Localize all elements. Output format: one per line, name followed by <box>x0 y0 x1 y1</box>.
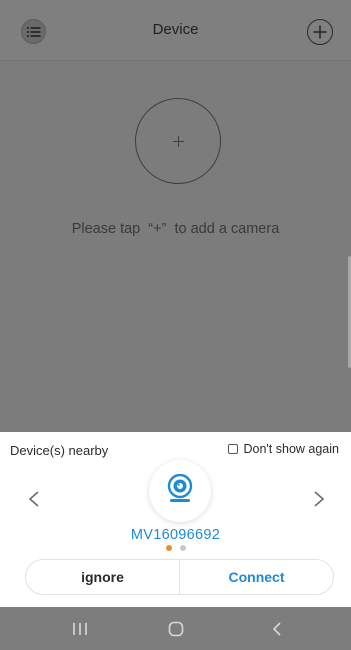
device-id: MV16096692 <box>130 527 221 543</box>
action-bar: ignore Connect <box>25 559 334 595</box>
dont-show-label: Don't show again <box>243 442 339 456</box>
page-title: Device <box>152 21 199 38</box>
recent-apps-icon[interactable] <box>72 622 88 636</box>
chevron-left-icon[interactable] <box>24 489 44 509</box>
screen: Device Please tap “+” to add a camera De… <box>0 0 351 650</box>
plus-icon <box>313 25 327 39</box>
nearby-device-sheet: Device(s) nearby Don't show again MV1609… <box>0 432 351 607</box>
device-page-overlay[interactable]: Device Please tap “+” to add a camera <box>0 0 351 432</box>
device-avatar <box>149 460 211 522</box>
ignore-button[interactable]: ignore <box>26 560 180 594</box>
page-dot-active <box>165 545 172 551</box>
page-indicator <box>0 545 351 551</box>
webcam-icon <box>167 474 193 502</box>
add-camera-hint: Please tap “+” to add a camera <box>71 221 280 237</box>
add-device-button[interactable] <box>307 19 333 45</box>
connect-button[interactable]: Connect <box>180 560 333 594</box>
chevron-right-icon[interactable] <box>309 489 329 509</box>
plus-icon <box>173 136 184 147</box>
dont-show-again-option[interactable]: Don't show again <box>228 442 339 456</box>
page-dot <box>179 545 186 551</box>
system-nav-bar <box>0 607 351 650</box>
home-icon[interactable] <box>168 621 184 637</box>
add-camera-button[interactable] <box>135 98 221 184</box>
dont-show-checkbox[interactable] <box>228 444 239 454</box>
back-icon[interactable] <box>271 621 283 637</box>
top-bar: Device <box>0 0 351 61</box>
nearby-title: Device(s) nearby <box>10 443 109 458</box>
